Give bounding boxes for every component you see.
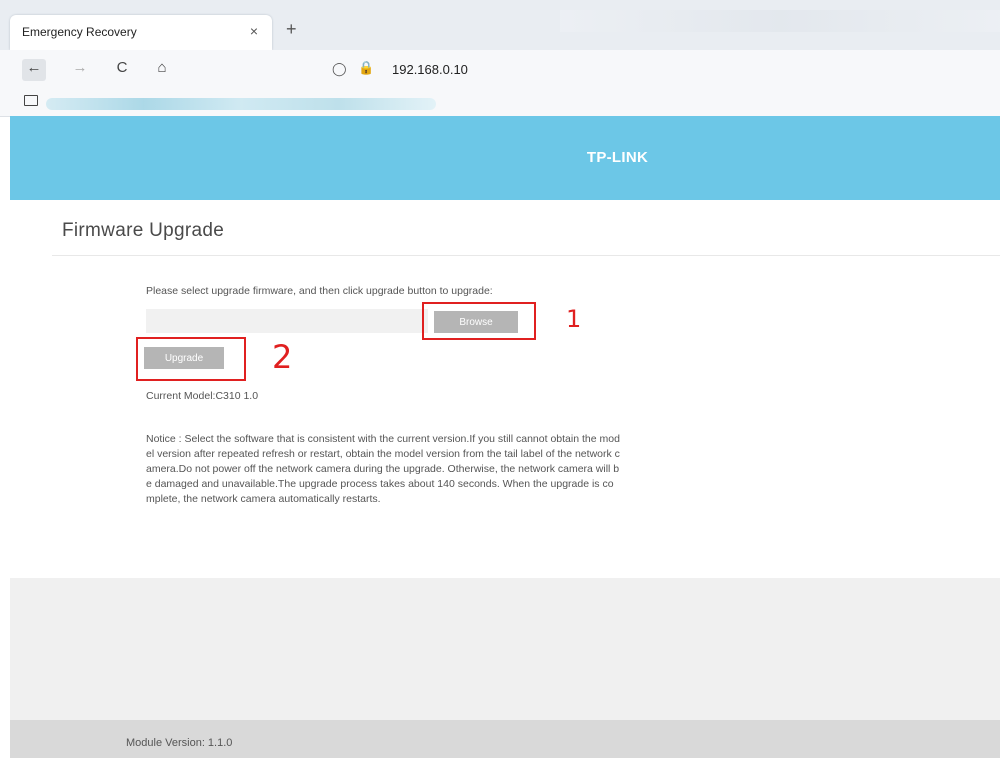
empty-area: [10, 578, 1000, 720]
brand-logo: TP-LINK: [586, 149, 649, 166]
back-arrow-icon[interactable]: ←: [22, 59, 46, 81]
module-version: Module Version: 1.1.0: [126, 737, 233, 749]
address-bar[interactable]: ◯ 🔒 192.168.0.10: [322, 57, 1000, 83]
browse-highlight-box: [422, 302, 536, 340]
forward-arrow-icon[interactable]: →: [68, 59, 92, 81]
url-text[interactable]: 192.168.0.10: [392, 62, 468, 77]
step-1-marker: 1: [566, 305, 582, 333]
close-icon[interactable]: ×: [250, 23, 258, 39]
bookmarks-bar: [0, 90, 1000, 117]
divider: [52, 255, 1000, 256]
blurred-bookmarks: [46, 98, 436, 110]
instruction-text: Please select upgrade firmware, and then…: [146, 285, 493, 297]
page-title: Firmware Upgrade: [62, 220, 225, 241]
tab-emergency-recovery[interactable]: Emergency Recovery ×: [10, 15, 272, 50]
firmware-file-input[interactable]: [146, 309, 428, 333]
reload-icon[interactable]: C: [110, 59, 134, 81]
home-icon[interactable]: ⌂: [150, 59, 174, 81]
upgrade-highlight-box: [136, 337, 246, 381]
navigation-bar: ← → C ⌂ ◯ 🔒 192.168.0.10: [0, 50, 1000, 90]
current-model: Current Model:C310 1.0: [146, 390, 259, 402]
tab-strip: Emergency Recovery × +: [0, 0, 1000, 50]
notice-text: Notice : Select the software that is con…: [146, 433, 620, 505]
plus-icon[interactable]: +: [286, 19, 297, 40]
lock-icon[interactable]: 🔒: [358, 60, 374, 76]
brand-bar: TP-LINK: [10, 116, 1000, 200]
tab-title: Emergency Recovery: [22, 25, 137, 39]
firmware-upgrade-panel: Firmware Upgrade Please select upgrade f…: [10, 200, 1000, 578]
shield-icon[interactable]: ◯: [332, 61, 347, 77]
step-2-marker: 2: [272, 338, 293, 376]
footer: Module Version: 1.1.0: [10, 720, 1000, 758]
folder-icon[interactable]: [24, 95, 38, 106]
